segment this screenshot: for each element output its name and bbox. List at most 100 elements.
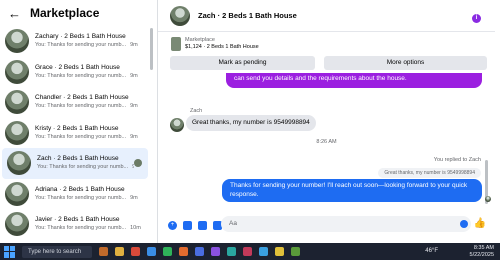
listing-thumbnail[interactable] bbox=[171, 37, 181, 51]
conversation-item[interactable]: Javier · 2 Beds 1 Bath House You: Thanks … bbox=[0, 209, 150, 240]
conversation-preview: You: Thanks for sending your numb...9m bbox=[35, 41, 150, 50]
preview-text: You: Thanks for sending your numb... bbox=[35, 103, 127, 110]
app-icon[interactable] bbox=[227, 247, 236, 256]
conversation-time: 10m bbox=[130, 225, 141, 232]
conversation-name: Chandler · 2 Beds 1 Bath House bbox=[35, 94, 129, 102]
app-icon[interactable] bbox=[259, 247, 268, 256]
app-icon[interactable] bbox=[179, 247, 188, 256]
conversation-name: Adriana · 2 Beds 1 Bath House bbox=[35, 185, 125, 193]
conversation-item[interactable]: Zachary · 2 Beds 1 Bath House You: Thanks… bbox=[0, 26, 150, 57]
conversation-name: Zach · 2 Beds 1 Bath House bbox=[37, 155, 119, 163]
conversation-preview: You: Thanks for sending your numb...9m bbox=[35, 194, 150, 203]
conversation-panel: ← Marketplace Zachary · 2 Beds 1 Bath Ho… bbox=[0, 0, 157, 243]
conversation-name: Kristy · 2 Beds 1 Bath House bbox=[35, 124, 119, 132]
avatar[interactable] bbox=[170, 118, 184, 132]
conversation-time: 9m bbox=[130, 42, 138, 49]
avatar bbox=[5, 90, 29, 115]
avatar bbox=[5, 212, 29, 237]
seen-avatar bbox=[134, 159, 142, 168]
clock-date: 5/22/2025 bbox=[469, 251, 494, 258]
marketplace-header: ← Marketplace bbox=[0, 0, 157, 26]
taskbar: Type here to search 46°F 8:35 AM 5/22/20… bbox=[0, 243, 500, 260]
more-options-button[interactable]: More options bbox=[324, 56, 487, 70]
preview-text: You: Thanks for sending your numb... bbox=[35, 194, 127, 201]
app-icon[interactable] bbox=[275, 247, 284, 256]
app-icon[interactable] bbox=[195, 247, 204, 256]
avatar bbox=[5, 59, 29, 84]
windows-start-icon[interactable] bbox=[4, 245, 16, 258]
file-explorer-icon[interactable] bbox=[115, 247, 124, 256]
conversation-preview: You: Thanks for sending your numb...9m bbox=[35, 133, 150, 142]
app-icon[interactable] bbox=[243, 247, 252, 256]
conversation-time: 9m bbox=[130, 72, 138, 79]
conversation-item[interactable]: Zach · 2 Beds 1 Bath House You: Thanks fo… bbox=[2, 148, 148, 179]
conversation-item[interactable]: Kristy · 2 Beds 1 Bath House You: Thanks … bbox=[0, 118, 150, 149]
message-input[interactable]: Aa bbox=[221, 216, 471, 232]
app-icon[interactable] bbox=[131, 247, 140, 256]
conversation-text: Kristy · 2 Beds 1 Bath House You: Thanks … bbox=[35, 124, 150, 142]
chat-header: Zach · 2 Beds 1 Bath House i bbox=[158, 0, 495, 32]
preview-text: You: Thanks for sending your numb... bbox=[35, 225, 127, 232]
conversation-text: Zachary · 2 Beds 1 Bath House You: Thanks… bbox=[35, 32, 150, 50]
plus-icon[interactable]: + bbox=[168, 220, 177, 230]
conversation-item[interactable]: Chandler · 2 Beds 1 Bath House You: Thank… bbox=[0, 87, 150, 118]
edge-icon[interactable] bbox=[147, 247, 156, 256]
avatar bbox=[7, 151, 31, 176]
conversation-preview: You: Thanks for sending your numb... 10m bbox=[35, 224, 150, 233]
back-arrow-icon[interactable]: ← bbox=[8, 6, 24, 21]
conversation-name: Zachary · 2 Beds 1 Bath House bbox=[35, 33, 126, 41]
composer: + Aa 👍 bbox=[158, 216, 495, 234]
app-icon[interactable] bbox=[291, 247, 300, 256]
clock[interactable]: 8:35 AM 5/22/2025 bbox=[470, 245, 494, 258]
incoming-message: Great thanks, my number is 9549998894 bbox=[186, 115, 316, 131]
preview-text: You: Thanks for sending your numb... bbox=[35, 133, 127, 140]
clock-time: 8:35 AM bbox=[473, 245, 494, 251]
outgoing-message: can send you details and the requirement… bbox=[226, 73, 482, 88]
conversation-text: Chandler · 2 Beds 1 Bath House You: Thank… bbox=[35, 93, 150, 111]
app-icon[interactable] bbox=[211, 247, 220, 256]
info-icon[interactable]: i bbox=[472, 14, 481, 23]
message-timestamp: 8:26 AM bbox=[316, 139, 337, 145]
taskbar-search[interactable]: Type here to search bbox=[22, 245, 92, 258]
conversation-text: Zach · 2 Beds 1 Bath House You: Thanks fo… bbox=[37, 154, 134, 172]
seen-avatar bbox=[485, 196, 491, 202]
conversation-time: 9m bbox=[130, 194, 138, 201]
conversation-name: Javier · 2 Beds 1 Bath House bbox=[35, 216, 120, 224]
sticker-icon[interactable] bbox=[198, 220, 207, 230]
quoted-message[interactable]: Great thanks, my number is 9549998894 bbox=[378, 168, 481, 178]
weather-temp[interactable]: 46°F bbox=[425, 248, 438, 254]
conversation-time: 9m bbox=[130, 133, 138, 140]
thumbs-up-icon[interactable]: 👍 bbox=[474, 218, 486, 229]
marketplace-label: Marketplace bbox=[185, 37, 215, 43]
sender-label: Zach bbox=[190, 108, 203, 114]
panel-title: Marketplace bbox=[30, 6, 100, 20]
preview-text: You: Thanks for sending your numb... bbox=[35, 72, 127, 79]
conversation-text: Adriana · 2 Beds 1 Bath House You: Thanks… bbox=[35, 185, 150, 203]
conversation-preview: You: Thanks for sending your numb...9m bbox=[35, 72, 150, 81]
chrome-icon[interactable] bbox=[163, 247, 172, 256]
avatar[interactable] bbox=[170, 5, 190, 26]
image-icon[interactable] bbox=[183, 220, 192, 230]
outgoing-message: Thanks for sending your number! I'll rea… bbox=[222, 179, 482, 202]
emoji-icon[interactable] bbox=[460, 220, 468, 228]
chat-panel: Zach · 2 Beds 1 Bath House i Marketplace… bbox=[158, 0, 495, 243]
conversation-item[interactable]: Grace · 2 Beds 1 Bath House You: Thanks f… bbox=[0, 57, 150, 88]
conversation-time: 9m bbox=[130, 103, 138, 110]
mark-pending-button[interactable]: Mark as pending bbox=[170, 56, 315, 70]
conversation-name: Grace · 2 Beds 1 Bath House bbox=[35, 63, 120, 71]
list-scrollbar[interactable] bbox=[150, 28, 153, 70]
chat-title[interactable]: Zach · 2 Beds 1 Bath House bbox=[198, 11, 297, 20]
conversation-preview: You: Thanks for sending your numb...9m bbox=[35, 102, 150, 111]
conversation-preview: You: Thanks for sending your numb...9m bbox=[37, 163, 134, 172]
conversation-text: Grace · 2 Beds 1 Bath House You: Thanks f… bbox=[35, 63, 150, 81]
widgets-icon[interactable] bbox=[99, 247, 108, 256]
avatar bbox=[5, 29, 29, 54]
conversation-item[interactable]: Adriana · 2 Beds 1 Bath House You: Thanks… bbox=[0, 179, 150, 210]
conversation-text: Javier · 2 Beds 1 Bath House You: Thanks … bbox=[35, 215, 150, 233]
reply-indicator: You replied to Zach bbox=[433, 157, 481, 163]
preview-text: You: Thanks for sending your numb... bbox=[35, 42, 127, 49]
conversation-list: Zachary · 2 Beds 1 Bath House You: Thanks… bbox=[0, 26, 150, 240]
preview-text: You: Thanks for sending your numb... bbox=[37, 164, 129, 171]
listing-price[interactable]: $1,124 · 2 Beds 1 Bath House bbox=[185, 44, 259, 50]
avatar bbox=[5, 120, 29, 145]
